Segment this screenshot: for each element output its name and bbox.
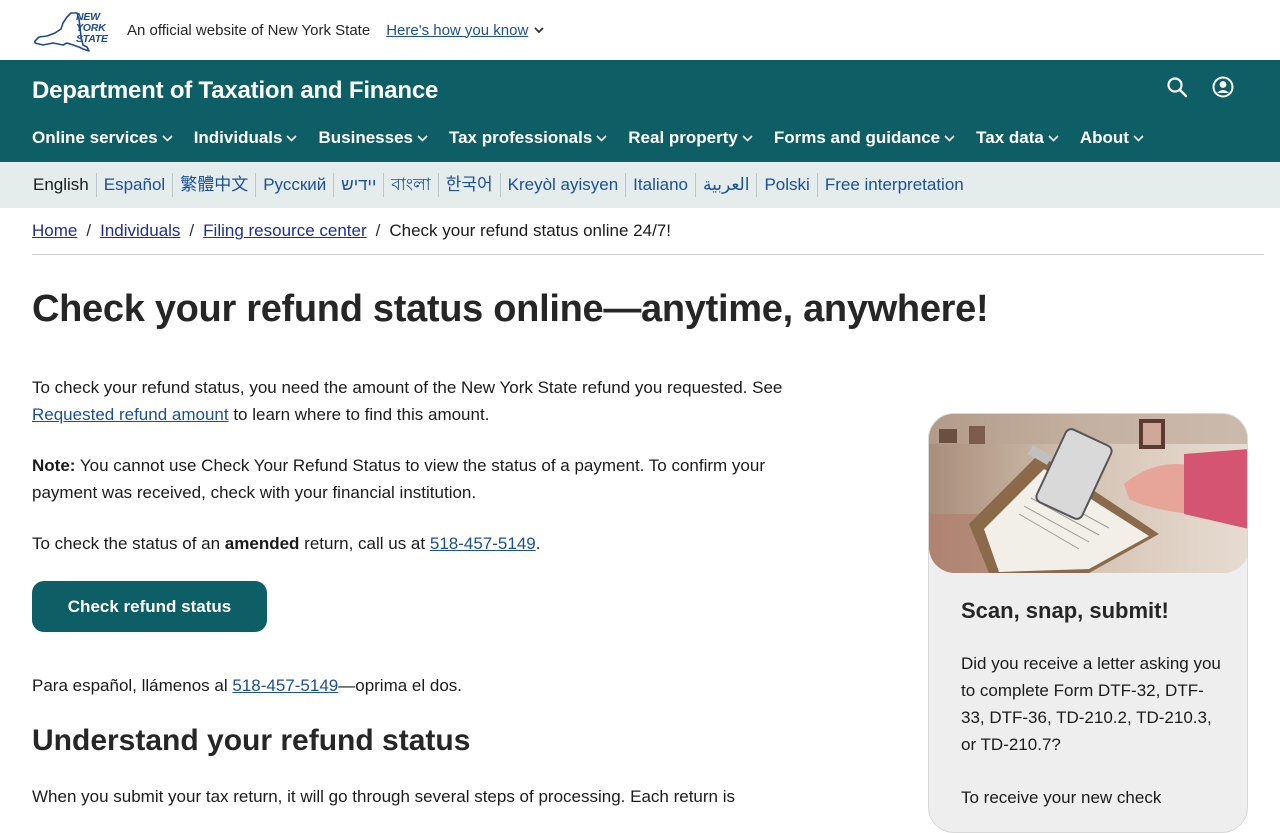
official-site-text: An official website of New York State bbox=[127, 21, 371, 39]
nav-real-property[interactable]: Real property bbox=[628, 128, 753, 148]
check-refund-status-button[interactable]: Check refund status bbox=[32, 581, 267, 632]
site-title[interactable]: Department of Taxation and Finance bbox=[32, 77, 438, 105]
search-icon[interactable] bbox=[1166, 76, 1188, 98]
lang-chinese[interactable]: 繁體中文 bbox=[173, 173, 257, 197]
breadcrumb-home[interactable]: Home bbox=[32, 221, 77, 241]
intro-text-end: to learn where to find this amount. bbox=[233, 405, 490, 424]
amended-text: To check the status of an bbox=[32, 534, 221, 553]
lang-espanol[interactable]: Español bbox=[97, 173, 174, 197]
section-heading-understand: Understand your refund status bbox=[32, 724, 471, 757]
breadcrumb-filing-resource-center[interactable]: Filing resource center bbox=[203, 221, 366, 241]
lang-bengali[interactable]: বাংলা bbox=[384, 173, 439, 197]
lang-english[interactable]: English bbox=[26, 173, 97, 197]
nav-businesses[interactable]: Businesses bbox=[318, 128, 428, 148]
nav-online-services[interactable]: Online services bbox=[32, 128, 173, 148]
nav-label: Individuals bbox=[193, 128, 283, 147]
lang-polish[interactable]: Polski bbox=[757, 173, 818, 197]
note-label: Note: bbox=[32, 456, 76, 475]
spanish-text-end: —oprima el dos. bbox=[338, 676, 463, 695]
nav-label: About bbox=[1079, 128, 1129, 147]
card-body: Did you receive a letter asking you to c… bbox=[961, 654, 1221, 754]
breadcrumb-separator: / bbox=[86, 221, 92, 240]
lang-italian[interactable]: Italiano bbox=[626, 173, 696, 197]
amended-bold: amended bbox=[224, 534, 300, 553]
site-header: Department of Taxation and Finance Onlin… bbox=[0, 60, 1280, 162]
chevron-down-icon bbox=[1048, 134, 1059, 142]
amended-text-2: return, call us at bbox=[304, 534, 426, 553]
processing-paragraph: When you submit your tax return, it will… bbox=[32, 787, 735, 806]
breadcrumb-current: Check your refund status online 24/7! bbox=[389, 221, 671, 240]
chevron-down-icon bbox=[596, 134, 607, 142]
lang-korean[interactable]: 한국어 bbox=[439, 173, 501, 197]
nav-label: Tax data bbox=[976, 128, 1044, 147]
lang-yiddish[interactable]: יידיש bbox=[334, 173, 385, 197]
nav-tax-data[interactable]: Tax data bbox=[976, 128, 1059, 148]
note-text: You cannot use Check Your Refund Status … bbox=[32, 456, 766, 502]
nav-label: Real property bbox=[628, 128, 738, 147]
nav-label: Businesses bbox=[318, 128, 413, 147]
chevron-down-icon bbox=[742, 134, 753, 142]
scan-snap-submit-card: Scan, snap, submit! Did you receive a le… bbox=[928, 413, 1248, 833]
lang-free-interpretation[interactable]: Free interpretation bbox=[818, 173, 971, 197]
spanish-text: Para español, llámenos al bbox=[32, 676, 228, 695]
lang-russian[interactable]: Русский bbox=[256, 173, 335, 197]
nys-logo[interactable]: NEW YORK STATE bbox=[33, 7, 111, 53]
amended-paragraph: To check the status of an amended return… bbox=[32, 530, 832, 557]
nav-label: Online services bbox=[32, 128, 158, 147]
page-title: Check your refund status online—anytime,… bbox=[32, 288, 989, 330]
nav-label: Tax professionals bbox=[448, 128, 593, 147]
card-body-continued: To receive your new check bbox=[961, 788, 1162, 807]
card-title: Scan, snap, submit! bbox=[961, 598, 1169, 623]
official-banner: NEW YORK STATE An official website of Ne… bbox=[0, 0, 1280, 60]
chevron-down-icon bbox=[1133, 134, 1144, 142]
breadcrumb: Home / Individuals / Filing resource cen… bbox=[32, 208, 1264, 255]
language-bar: English Español 繁體中文 Русский יידיש বাংলা… bbox=[0, 162, 1280, 208]
lang-haitian-creole[interactable]: Kreyòl ayisyen bbox=[501, 173, 627, 197]
lang-arabic[interactable]: العربية bbox=[696, 173, 758, 197]
how-you-know-label: Here's how you know bbox=[386, 21, 529, 39]
chevron-down-icon bbox=[417, 134, 428, 142]
account-icon[interactable] bbox=[1212, 76, 1234, 98]
how-you-know-toggle[interactable]: Here's how you know bbox=[386, 22, 544, 39]
logo-word-3: STATE bbox=[76, 33, 108, 45]
breadcrumb-separator: / bbox=[189, 221, 195, 240]
spanish-phone-link[interactable]: 518-457-5149 bbox=[232, 676, 338, 695]
chevron-down-icon bbox=[944, 134, 955, 142]
nav-forms-and-guidance[interactable]: Forms and guidance bbox=[774, 128, 955, 148]
main-content: To check your refund status, you need th… bbox=[32, 374, 832, 632]
intro-text: To check your refund status, you need th… bbox=[32, 378, 783, 397]
nav-about[interactable]: About bbox=[1080, 128, 1144, 148]
intro-paragraph: To check your refund status, you need th… bbox=[32, 374, 832, 428]
amended-phone-link[interactable]: 518-457-5149 bbox=[430, 534, 536, 553]
note-paragraph: Note: You cannot use Check Your Refund S… bbox=[32, 452, 832, 506]
nav-tax-professionals[interactable]: Tax professionals bbox=[449, 128, 607, 148]
chevron-down-icon bbox=[162, 134, 173, 142]
clipboard-photo bbox=[929, 414, 1247, 573]
requested-refund-amount-link[interactable]: Requested refund amount bbox=[32, 405, 229, 424]
chevron-down-icon bbox=[286, 134, 298, 142]
nav-label: Forms and guidance bbox=[773, 128, 941, 147]
chevron-down-icon bbox=[534, 26, 544, 33]
spanish-paragraph: Para español, llámenos al 518-457-5149—o… bbox=[32, 676, 462, 696]
breadcrumb-individuals[interactable]: Individuals bbox=[100, 221, 180, 241]
breadcrumb-separator: / bbox=[375, 221, 381, 240]
main-nav: Online services Individuals Businesses T… bbox=[32, 128, 1165, 148]
amended-period: . bbox=[535, 534, 541, 553]
nav-individuals[interactable]: Individuals bbox=[194, 128, 298, 148]
